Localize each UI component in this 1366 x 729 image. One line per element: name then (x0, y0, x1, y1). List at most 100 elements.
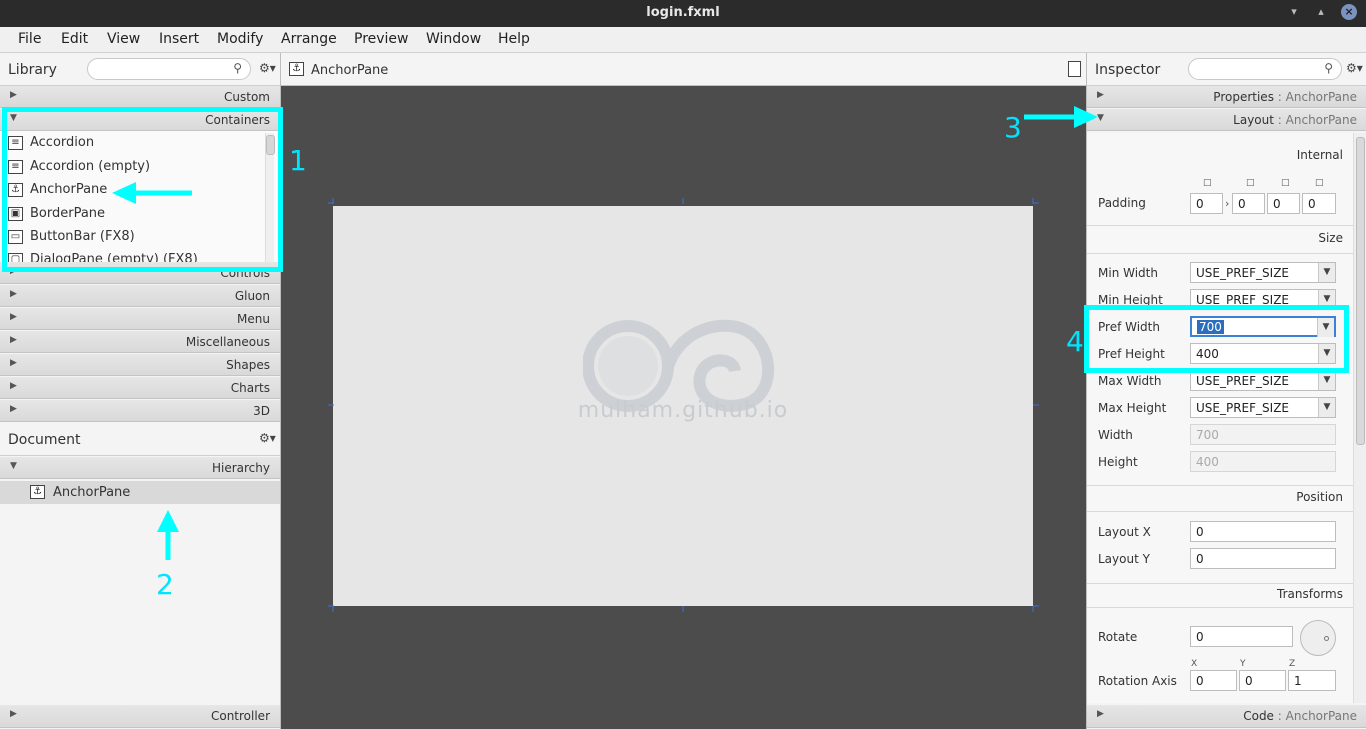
menu-edit[interactable]: Edit (61, 31, 88, 47)
rotation-axis-y-field[interactable]: 0 (1239, 670, 1286, 691)
collapsed-triangle-icon: ▶ (10, 358, 17, 368)
anchor-icon: ⚓ (30, 485, 45, 499)
menu-arrange[interactable]: Arrange (281, 31, 337, 47)
inspector-title: Inspector (1095, 62, 1161, 78)
menu-file[interactable]: File (18, 31, 41, 47)
library-title: Library (8, 62, 57, 78)
menu-help[interactable]: Help (498, 31, 530, 47)
section-label: Properties : AnchorPane (1213, 90, 1357, 104)
content-header: ⚓ AnchorPane (281, 53, 1086, 86)
section-label: Menu (237, 312, 270, 326)
group-label-internal: Internal (1296, 148, 1343, 162)
menu-modify[interactable]: Modify (217, 31, 263, 47)
menu-view[interactable]: View (107, 31, 140, 47)
inspector-section-layout[interactable]: ▼ Layout : AnchorPane (1087, 109, 1366, 131)
minimize-icon[interactable]: ▾ (1286, 4, 1302, 20)
padding-bottom-icon: □ (1281, 178, 1290, 188)
library-section-shapes[interactable]: ▶ Shapes (0, 354, 280, 376)
group-label-position: Position (1296, 490, 1343, 504)
padding-label: Padding (1098, 196, 1146, 210)
document-icon[interactable] (1068, 61, 1081, 77)
restore-icon[interactable]: ▴ (1313, 4, 1329, 20)
collapsed-triangle-icon: ▶ (10, 90, 17, 100)
divider (1087, 485, 1353, 486)
divider (1087, 583, 1353, 584)
library-section-menu[interactable]: ▶ Menu (0, 308, 280, 330)
height-label: Height (1098, 455, 1138, 469)
watermark-text: mulham.github.io (577, 398, 789, 423)
rotate-field[interactable]: 0 (1190, 626, 1293, 647)
breadcrumb[interactable]: AnchorPane (311, 63, 388, 78)
library-section-miscellaneous[interactable]: ▶ Miscellaneous (0, 331, 280, 353)
padding-right-field[interactable]: 0 (1232, 193, 1265, 214)
max-height-combo[interactable]: USE_PREF_SIZE ▼ (1190, 397, 1336, 418)
max-width-combo[interactable]: USE_PREF_SIZE ▼ (1190, 370, 1336, 391)
window-title: login.fxml (646, 5, 720, 20)
library-header: Library ⚲ ⚙▾ (0, 53, 280, 86)
annotation-number-4: 4 (1066, 325, 1084, 358)
inspector-scrollbar[interactable] (1353, 133, 1366, 703)
anchor-icon: ⚓ (289, 62, 304, 76)
anchorpane-canvas[interactable]: mulham.github.io (333, 206, 1033, 606)
group-label-transforms: Transforms (1277, 587, 1343, 601)
inspector-section-properties[interactable]: ▶ Properties : AnchorPane (1087, 86, 1366, 108)
collapsed-triangle-icon: ▶ (10, 335, 17, 345)
close-icon[interactable]: × (1341, 4, 1357, 20)
scrollbar-thumb[interactable] (1356, 137, 1365, 445)
collapsed-triangle-icon: ▶ (10, 709, 17, 719)
annotation-number-1: 1 (289, 144, 307, 177)
rotation-axis-x-field[interactable]: 0 (1190, 670, 1237, 691)
section-label: Shapes (226, 358, 270, 372)
rotation-axis-z-field[interactable]: 1 (1288, 670, 1336, 691)
divider (1087, 225, 1353, 226)
rotation-axis-label: Rotation Axis (1098, 674, 1177, 688)
inspector-panel: Inspector ⚲ ⚙▾ ▶ Properties : AnchorPane… (1086, 53, 1366, 729)
layout-x-label: Layout X (1098, 525, 1151, 539)
library-section-custom[interactable]: ▶ Custom (0, 86, 280, 108)
document-section-hierarchy[interactable]: ▼ Hierarchy (0, 457, 280, 479)
link-chevron-icon[interactable]: › (1225, 197, 1229, 210)
menu-preview[interactable]: Preview (354, 31, 409, 47)
document-gear-icon[interactable]: ⚙▾ (259, 431, 276, 445)
padding-top-icon: □ (1203, 178, 1212, 188)
hierarchy-item-anchorpane[interactable]: ⚓ AnchorPane (0, 481, 280, 504)
inspector-section-code[interactable]: ▶ Code : AnchorPane (1087, 705, 1366, 728)
library-section-charts[interactable]: ▶ Charts (0, 377, 280, 399)
padding-bottom-field[interactable]: 0 (1267, 193, 1300, 214)
hierarchy-item-label: AnchorPane (53, 485, 131, 500)
arrow-left-icon (112, 182, 192, 204)
rotate-knob[interactable] (1300, 620, 1336, 656)
document-title: Document (8, 432, 81, 448)
annotation-number-3: 3 (1004, 111, 1022, 144)
layout-y-field[interactable]: 0 (1190, 548, 1336, 569)
menu-window[interactable]: Window (426, 31, 481, 47)
chevron-down-icon[interactable]: ▼ (1318, 398, 1335, 417)
menu-bar: File Edit View Insert Modify Arrange Pre… (0, 27, 1366, 53)
menu-insert[interactable]: Insert (159, 31, 199, 47)
library-search-input[interactable]: ⚲ (87, 58, 251, 80)
collapsed-triangle-icon: ▶ (10, 289, 17, 299)
axis-z-label: Z (1289, 659, 1296, 669)
section-label: Layout : AnchorPane (1233, 113, 1357, 127)
library-section-3d[interactable]: ▶ 3D (0, 400, 280, 422)
divider (1087, 253, 1353, 254)
layout-x-field[interactable]: 0 (1190, 521, 1336, 542)
inspector-search-input[interactable]: ⚲ (1188, 58, 1342, 80)
section-label: Gluon (234, 289, 270, 303)
padding-left-field[interactable]: 0 (1302, 193, 1336, 214)
section-label: Charts (230, 381, 270, 395)
search-icon: ⚲ (1324, 61, 1333, 75)
expanded-triangle-icon: ▼ (10, 461, 17, 471)
inspector-gear-icon[interactable]: ⚙▾ (1346, 61, 1363, 75)
max-width-label: Max Width (1098, 374, 1162, 388)
padding-top-field[interactable]: 0 (1190, 193, 1223, 214)
width-field: 700 (1190, 424, 1336, 445)
chevron-down-icon[interactable]: ▼ (1318, 371, 1335, 390)
library-section-gluon[interactable]: ▶ Gluon (0, 285, 280, 307)
library-gear-icon[interactable]: ⚙▾ (259, 61, 276, 75)
combo-value: USE_PREF_SIZE (1196, 374, 1289, 388)
min-width-combo[interactable]: USE_PREF_SIZE ▼ (1190, 262, 1336, 283)
document-section-controller[interactable]: ▶ Controller (0, 705, 280, 728)
chevron-down-icon[interactable]: ▼ (1318, 263, 1335, 282)
axis-x-label: X (1191, 659, 1198, 669)
